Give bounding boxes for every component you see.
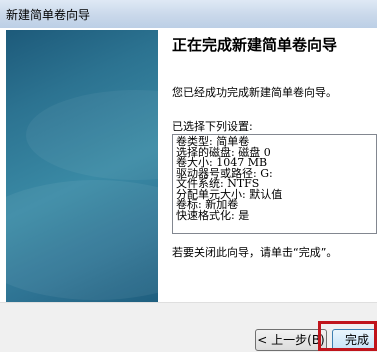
title-bar: 新建简单卷向导 [0, 0, 377, 29]
window-title: 新建简单卷向导 [6, 8, 91, 22]
finish-highlight-box [318, 321, 377, 351]
page-title: 正在完成新建简单卷向导 [172, 36, 338, 54]
completion-description: 您已经成功完成新建简单卷向导。 [172, 86, 337, 99]
settings-line: 快速格式化: 是 [176, 208, 250, 222]
banner-decoration [26, 90, 158, 180]
wizard-side-banner [6, 30, 158, 302]
settings-summary-list[interactable]: 卷类型: 简单卷 选择的磁盘: 磁盘 0 卷大小: 1047 MB 驱动器号或路… [172, 134, 377, 234]
settings-label: 已选择下列设置: [172, 120, 253, 133]
banner-decoration [6, 180, 158, 300]
closing-instruction: 若要关闭此向导，请单击“完成”。 [172, 246, 338, 259]
wizard-content: 正在完成新建简单卷向导 您已经成功完成新建简单卷向导。 已选择下列设置: 卷类型… [158, 30, 377, 302]
back-button[interactable]: < 上一步(B) [255, 329, 327, 351]
